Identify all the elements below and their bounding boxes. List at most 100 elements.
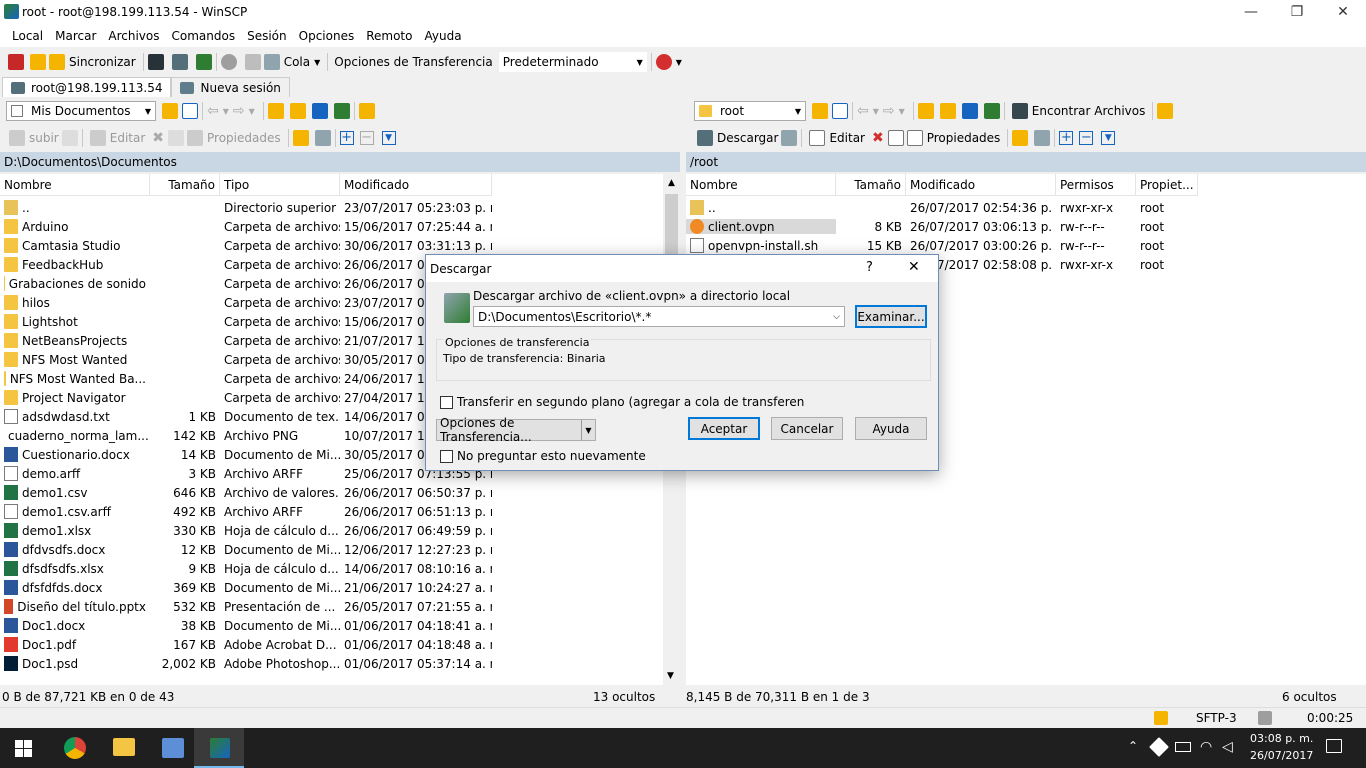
local-edit-button[interactable]: Editar xyxy=(89,130,145,146)
target-directory-input[interactable]: D:\Documentos\Escritorio\*.* ⌵ xyxy=(473,306,845,327)
rename-icon[interactable] xyxy=(168,130,185,146)
new-folder-icon[interactable] xyxy=(292,130,309,146)
menu-sesion[interactable]: Sesión xyxy=(241,29,293,43)
filter-icon[interactable] xyxy=(832,103,848,119)
bookmark-icon[interactable] xyxy=(358,103,375,119)
minimize-button[interactable]: — xyxy=(1228,0,1274,24)
table-row[interactable]: demo1.xlsx 330 KB Hoja de cálculo d... 26/0… xyxy=(0,521,492,540)
table-row[interactable]: adsdwdasd.txt 1 KB Documento de tex... 14/0… xyxy=(0,407,492,426)
table-row[interactable]: dfsdfsdfs.xlsx 9 KB Hoja de cálculo d... 14… xyxy=(0,559,492,578)
chevron-down-icon[interactable]: ⌵ xyxy=(833,312,840,322)
chevron-down-icon[interactable]: ▼ xyxy=(899,107,905,116)
menu-marcar[interactable]: Marcar xyxy=(49,29,102,43)
column-modified[interactable]: Modificado xyxy=(906,174,1056,195)
open-folder-icon[interactable] xyxy=(812,103,828,119)
help-button[interactable]: Ayuda xyxy=(855,417,927,440)
menu-archivos[interactable]: Archivos xyxy=(102,29,165,43)
table-row[interactable]: .. 26/07/2017 02:54:36 p. m. rwxr-xr-x root xyxy=(686,198,1198,217)
select-all-icon[interactable]: + xyxy=(339,131,354,145)
chevron-down-icon[interactable]: ▼ xyxy=(676,58,682,67)
network-app-icon[interactable] xyxy=(162,738,184,758)
delete-icon[interactable]: ✖ xyxy=(152,130,164,146)
volume-icon[interactable]: ◁ xyxy=(1222,739,1233,755)
refresh-icon[interactable] xyxy=(333,103,350,119)
wifi-icon[interactable]: ◠ xyxy=(1200,739,1212,755)
transfer-preset-select[interactable]: Predeterminado ▼ xyxy=(498,52,647,72)
tab-new-session[interactable]: Nueva sesión xyxy=(171,77,290,97)
clock-date[interactable]: 26/07/2017 xyxy=(1250,749,1313,762)
file-explorer-icon[interactable] xyxy=(113,738,135,756)
column-modified[interactable]: Modificado xyxy=(340,174,492,195)
cancel-button[interactable]: Cancelar xyxy=(771,417,843,440)
table-row[interactable]: Grabaciones de sonido Carpeta de archivos… xyxy=(0,274,492,293)
table-row[interactable]: Doc1.pdf 167 KB Adobe Acrobat D... 01/06/20… xyxy=(0,635,492,654)
table-row[interactable]: dfsfdfds.docx 369 KB Documento de Mi... 21/… xyxy=(0,578,492,597)
delete-icon[interactable]: ✖ xyxy=(872,130,884,146)
table-row[interactable]: Camtasia Studio Carpeta de archivos 30/06/… xyxy=(0,236,492,255)
table-row[interactable]: Lightshot Carpeta de archivos 15/06/2017 0… xyxy=(0,312,492,331)
rename-icon[interactable] xyxy=(887,130,904,146)
table-row[interactable]: Diseño del título.pptx 532 KB Presentación… xyxy=(0,597,492,616)
scroll-up-icon[interactable]: ▲ xyxy=(663,174,680,188)
table-row[interactable]: demo1.csv 646 KB Archivo de valores... 26/0… xyxy=(0,483,492,502)
background-transfer-checkbox[interactable]: Transferir en segundo plano (agregar a c… xyxy=(440,395,804,409)
dropbox-icon[interactable] xyxy=(1149,737,1169,757)
menu-ayuda[interactable]: Ayuda xyxy=(418,29,467,43)
maximize-button[interactable]: ❐ xyxy=(1274,0,1320,24)
tab-session-root[interactable]: root@198.199.113.54 xyxy=(2,77,172,97)
upload-options-icon[interactable] xyxy=(61,130,78,146)
column-permissions[interactable]: Permisos xyxy=(1056,174,1136,195)
remote-edit-button[interactable]: Editar xyxy=(809,130,865,146)
column-owner[interactable]: Propiet... xyxy=(1136,174,1198,195)
remote-location-select[interactable]: root ▼ xyxy=(694,101,806,121)
table-row[interactable]: Doc1.psd 2,002 KB Adobe Photoshop... 01/06/… xyxy=(0,654,492,673)
table-row[interactable]: client.ovpn 8 KB 26/07/2017 03:06:13 p. m.… xyxy=(686,217,1198,236)
disconnect-icon[interactable] xyxy=(655,54,672,70)
upload-button[interactable]: subir xyxy=(9,130,59,146)
remote-properties-button[interactable]: Propiedades xyxy=(906,130,1000,146)
column-type[interactable]: Tipo xyxy=(220,174,340,195)
table-row[interactable]: Doc1.docx 38 KB Documento de Mi... 01/06/20… xyxy=(0,616,492,635)
dont-ask-checkbox[interactable]: No preguntar esto nuevamente xyxy=(440,449,646,463)
open-folder-icon[interactable] xyxy=(162,103,178,119)
home-icon[interactable] xyxy=(311,103,328,119)
queue-button[interactable]: Cola ▼ xyxy=(263,54,320,70)
chevron-down-icon[interactable]: ▼ xyxy=(873,107,879,116)
column-size[interactable]: Tamaño xyxy=(150,174,220,195)
unselect-icon[interactable]: − xyxy=(359,131,374,145)
close-icon[interactable]: ✕ xyxy=(908,259,920,275)
remote-path-bar[interactable]: /root xyxy=(686,152,1366,172)
table-row[interactable]: hilos Carpeta de archivos 23/07/2017 05 xyxy=(0,293,492,312)
clipboard-icon[interactable] xyxy=(244,54,261,70)
select-all-icon[interactable]: + xyxy=(1059,131,1074,145)
forward-icon[interactable]: ⇨ xyxy=(883,103,895,119)
table-row[interactable]: dfdvsdfs.docx 12 KB Documento de Mi... 12/0… xyxy=(0,540,492,559)
download-button[interactable]: Descargar xyxy=(697,130,778,146)
clock-time[interactable]: 03:08 p. m. xyxy=(1250,732,1313,745)
table-row[interactable]: Cuestionario.docx 14 KB Documento de Mi...… xyxy=(0,445,492,464)
browse-button[interactable]: Examinar... xyxy=(855,305,927,328)
refresh-icon[interactable] xyxy=(983,103,1000,119)
terminal-icon[interactable] xyxy=(147,54,164,70)
find-files-button[interactable]: Encontrar Archivos xyxy=(1011,103,1145,119)
battery-icon[interactable] xyxy=(1175,742,1191,752)
root-dir-icon[interactable] xyxy=(289,103,306,119)
accept-button[interactable]: Aceptar xyxy=(688,417,760,440)
table-row[interactable]: demo1.csv.arff 492 KB Archivo ARFF 26/06/20… xyxy=(0,502,492,521)
table-row[interactable]: Arduino Carpeta de archivos 15/06/2017 07:… xyxy=(0,217,492,236)
help-icon[interactable]: ? xyxy=(866,260,873,275)
new-file-icon[interactable] xyxy=(1034,130,1051,146)
unselect-icon[interactable]: − xyxy=(1079,131,1094,145)
chevron-down-icon[interactable]: ▼ xyxy=(223,107,229,116)
new-file-icon[interactable] xyxy=(314,130,331,146)
compare-icon[interactable] xyxy=(8,54,24,70)
sync-button[interactable]: Sincronizar xyxy=(49,54,136,70)
table-row[interactable]: NFS Most Wanted Carpeta de archivos 30/05/… xyxy=(0,350,492,369)
chevron-up-icon[interactable]: ⌃ xyxy=(1128,739,1138,753)
menu-remoto[interactable]: Remoto xyxy=(360,29,418,43)
new-folder-icon[interactable] xyxy=(1012,130,1029,146)
table-row[interactable]: .. Directorio superior 23/07/2017 05:23:03… xyxy=(0,198,492,217)
back-icon[interactable]: ⇦ xyxy=(207,103,219,119)
chevron-down-icon[interactable]: ▼ xyxy=(581,420,595,440)
scroll-down-icon[interactable]: ▼ xyxy=(667,671,674,681)
